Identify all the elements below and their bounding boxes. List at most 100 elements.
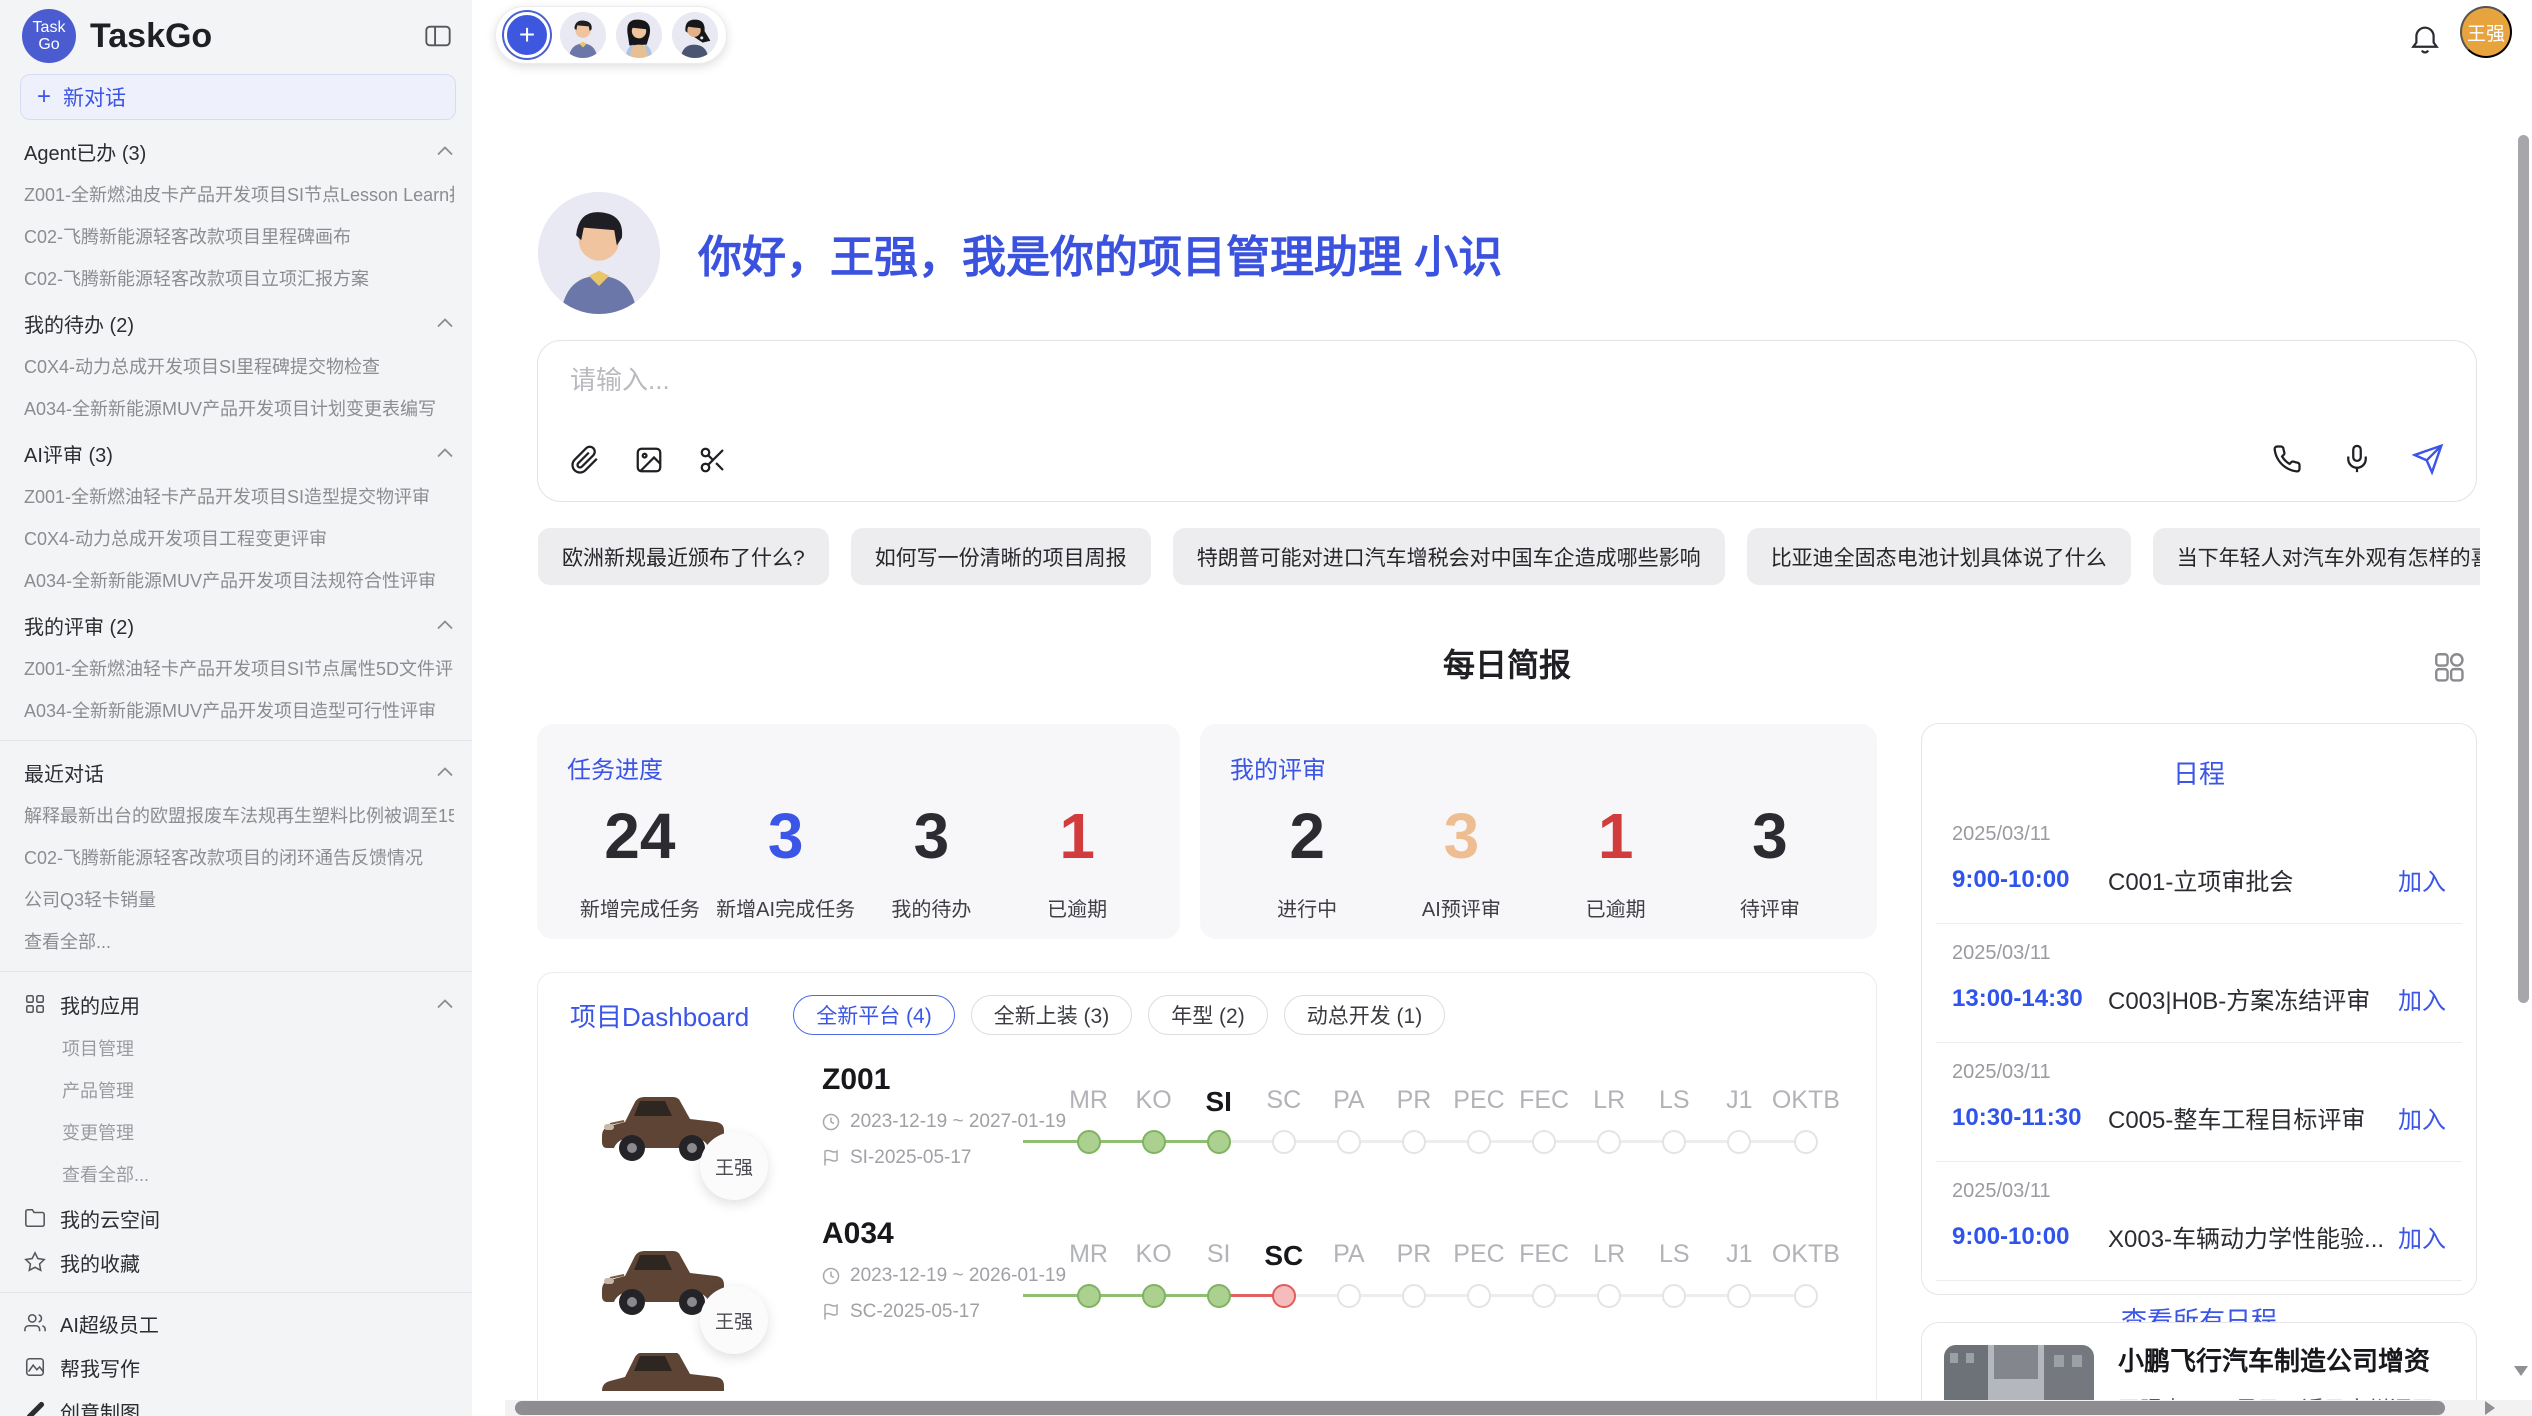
chevron-up-icon[interactable]: [436, 317, 454, 329]
project-row[interactable]: 王强 A034 2023-12-19 ~ 2026-01-19: [538, 1195, 1876, 1349]
recent-chat-item[interactable]: C02-飞腾新能源轻客改款项目的闭环通告反馈情况: [24, 837, 454, 879]
app-item[interactable]: 项目管理: [24, 1028, 454, 1070]
sidebar-task-item[interactable]: C02-飞腾新能源轻客改款项目立项汇报方案: [24, 258, 454, 300]
sidebar: Task Go TaskGo + 新对话 Agent已办 (3): [0, 0, 472, 1416]
milestone-dot: [1597, 1284, 1621, 1308]
milestone: LS: [1642, 1086, 1707, 1154]
event-time: 9:00-10:00: [1952, 866, 2108, 894]
user-avatar[interactable]: 王强: [2460, 6, 2512, 58]
chevron-up-icon[interactable]: [436, 619, 454, 631]
recent-view-all[interactable]: 查看全部...: [24, 921, 454, 963]
chevron-up-icon[interactable]: [436, 998, 454, 1010]
sidebar-item-creative-draw[interactable]: 创意制图: [24, 1389, 454, 1416]
sidebar-item-help-write[interactable]: 帮我写作: [24, 1345, 454, 1389]
schedule-title: 日程: [1936, 754, 2462, 791]
event-join-link[interactable]: 加入: [2386, 862, 2446, 897]
agent-avatar-3[interactable]: [672, 12, 718, 58]
sidebar-item-favorites[interactable]: 我的收藏: [24, 1240, 454, 1284]
project-row[interactable]: 王强 Z001 2023-12-19 ~ 2027-01-19: [538, 1041, 1876, 1195]
project-owner-badge: 王强: [700, 1132, 768, 1200]
milestone-label: FEC: [1519, 1086, 1569, 1122]
stat-label: 我的待办: [859, 893, 1005, 922]
sidebar-group-items: Z001-全新燃油轻卡产品开发项目SI造型提交物评审 C0X4-动力总成开发项目…: [24, 476, 454, 602]
screenshot-button[interactable]: [694, 441, 732, 479]
sidebar-group-header[interactable]: Agent已办 (3): [24, 128, 454, 174]
bell-icon: [2410, 24, 2440, 56]
sidebar-group-header[interactable]: 我的评审 (2): [24, 602, 454, 648]
suggestion-chip[interactable]: 特朗普可能对进口汽车增税会对中国车企造成哪些影响: [1173, 528, 1725, 585]
scroll-down-arrow[interactable]: [2514, 1366, 2528, 1376]
chevron-up-icon[interactable]: [436, 447, 454, 459]
suggestion-chip[interactable]: 比亚迪全固态电池计划具体说了什么: [1747, 528, 2131, 585]
sidebar-item-cloud-space[interactable]: 我的云空间: [24, 1196, 454, 1240]
app-logo: Task Go: [22, 9, 76, 63]
sidebar-task-item[interactable]: Z001-全新燃油轻卡产品开发项目SI节点属性5D文件评审: [24, 648, 454, 690]
brief-layout-button[interactable]: [2428, 646, 2470, 688]
sidebar-recent-header[interactable]: 最近对话: [24, 749, 454, 795]
horizontal-scrollbar-track[interactable]: [505, 1400, 2532, 1416]
sidebar-group-header[interactable]: AI评审 (3): [24, 430, 454, 476]
horizontal-scrollbar-thumb[interactable]: [515, 1401, 2445, 1415]
ai-employee-label: AI超级员工: [60, 1309, 159, 1338]
voice-call-button[interactable]: [2268, 440, 2306, 478]
new-chat-button[interactable]: + 新对话: [20, 74, 456, 120]
sidebar-task-item[interactable]: A034-全新新能源MUV产品开发项目造型可行性评审: [24, 690, 454, 732]
chat-input[interactable]: [570, 365, 2070, 396]
stat-value: 3: [713, 801, 859, 871]
dashboard-tab[interactable]: 动总开发 (1): [1284, 995, 1446, 1035]
dashboard-tab[interactable]: 全新上装 (3): [971, 995, 1133, 1035]
sidebar-toggle-button[interactable]: [420, 19, 456, 53]
stat-value: 2: [1230, 801, 1384, 871]
favorites-label: 我的收藏: [60, 1248, 140, 1277]
suggestion-chip[interactable]: 如何写一份清晰的项目周报: [851, 528, 1151, 585]
agent-avatar-2[interactable]: [616, 12, 662, 58]
microphone-button[interactable]: [2338, 440, 2376, 478]
sidebar-task-item[interactable]: C0X4-动力总成开发项目工程变更评审: [24, 518, 454, 560]
attach-button[interactable]: [566, 441, 604, 479]
suggestion-chip[interactable]: 欧洲新规最近颁布了什么?: [538, 528, 829, 585]
milestone-label: PR: [1397, 1240, 1432, 1276]
app-item[interactable]: 变更管理: [24, 1112, 454, 1154]
project-owner-badge: 王强: [700, 1286, 768, 1354]
sidebar-group-items: Z001-全新燃油轻卡产品开发项目SI节点属性5D文件评审 A034-全新新能源…: [24, 648, 454, 732]
insert-image-button[interactable]: [630, 441, 668, 479]
vertical-scrollbar-thumb[interactable]: [2518, 135, 2529, 1003]
event-join-link[interactable]: 加入: [2386, 1219, 2446, 1254]
my-apps-label: 我的应用: [60, 990, 140, 1019]
event-join-link[interactable]: 加入: [2386, 1100, 2446, 1135]
sidebar-task-item[interactable]: C02-飞腾新能源轻客改款项目里程碑画布: [24, 216, 454, 258]
event-join-link[interactable]: 加入: [2386, 981, 2446, 1016]
sidebar-task-item[interactable]: Z001-全新燃油皮卡产品开发项目SI节点Lesson Learn报告: [24, 174, 454, 216]
project-rows: 王强 Z001 2023-12-19 ~ 2027-01-19: [538, 1041, 1876, 1349]
project-dashboard-card: 项目Dashboard 全新平台 (4) 全新上装 (3) 年型 (2) 动总开…: [537, 972, 1877, 1416]
sidebar-task-item[interactable]: A034-全新新能源MUV产品开发项目计划变更表编写: [24, 388, 454, 430]
chevron-up-icon[interactable]: [436, 766, 454, 778]
milestone-dot: [1727, 1130, 1751, 1154]
app-item[interactable]: 产品管理: [24, 1070, 454, 1112]
stat-block: 24 新增完成任务: [567, 801, 713, 922]
add-agent-button[interactable]: +: [504, 12, 550, 58]
sidebar-task-item[interactable]: C0X4-动力总成开发项目SI里程碑提交物检查: [24, 346, 454, 388]
send-button[interactable]: [2408, 439, 2448, 479]
apps-view-all[interactable]: 查看全部...: [24, 1154, 454, 1196]
sidebar-item-my-apps[interactable]: 我的应用: [24, 980, 454, 1028]
notification-bell-button[interactable]: [2406, 20, 2444, 60]
sidebar-group-header[interactable]: 我的待办 (2): [24, 300, 454, 346]
dashboard-tab[interactable]: 全新平台 (4): [793, 995, 955, 1035]
dashboard-tab[interactable]: 年型 (2): [1148, 995, 1268, 1035]
users-icon: [24, 1312, 46, 1334]
agent-avatar-1[interactable]: [560, 12, 606, 58]
milestone: LR: [1577, 1240, 1642, 1308]
scroll-right-arrow[interactable]: [2485, 1401, 2495, 1415]
sidebar-task-item[interactable]: A034-全新新能源MUV产品开发项目法规符合性评审: [24, 560, 454, 602]
agent-switcher-pill: +: [495, 6, 727, 64]
milestone-dot: [1727, 1284, 1751, 1308]
sidebar-item-ai-employee[interactable]: AI超级员工: [24, 1301, 454, 1345]
chevron-up-icon[interactable]: [436, 145, 454, 157]
suggestion-chip[interactable]: 当下年轻人对汽车外观有怎样的喜好趋势: [2153, 528, 2480, 585]
milestone-dot: [1662, 1284, 1686, 1308]
stat-block: 2 进行中: [1230, 801, 1384, 922]
sidebar-task-item[interactable]: Z001-全新燃油轻卡产品开发项目SI造型提交物评审: [24, 476, 454, 518]
recent-chat-item[interactable]: 公司Q3轻卡销量: [24, 879, 454, 921]
recent-chat-item[interactable]: 解释最新出台的欧盟报废车法规再生塑料比例被调至15%...: [24, 795, 454, 837]
